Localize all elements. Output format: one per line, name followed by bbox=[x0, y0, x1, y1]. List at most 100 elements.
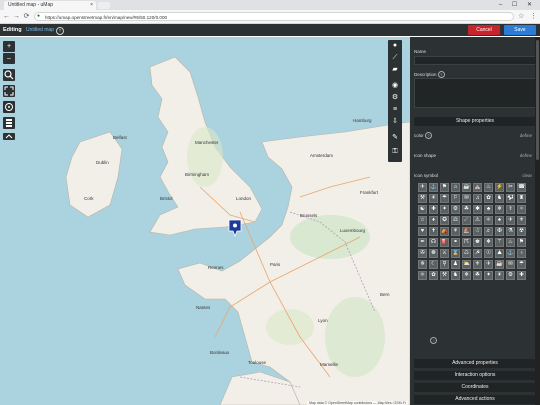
locate-icon[interactable] bbox=[3, 101, 15, 113]
address-bar[interactable]: https://umap.openstreetmap.fr/en/map/new… bbox=[34, 12, 514, 21]
layers-manage-icon[interactable]: ≡ bbox=[388, 104, 402, 115]
icon-symbol-option[interactable]: ✈ bbox=[484, 260, 493, 269]
icon-symbol-option[interactable]: ⚛ bbox=[484, 216, 493, 225]
icon-symbol-option[interactable]: ⚒ bbox=[440, 271, 449, 280]
icon-symbol-option[interactable]: ⚲ bbox=[440, 260, 449, 269]
icon-symbol-option[interactable]: ♜ bbox=[517, 194, 526, 203]
shape-properties-header[interactable]: Shape properties bbox=[414, 117, 536, 126]
icon-symbol-option[interactable]: ✈ bbox=[506, 216, 515, 225]
icon-symbol-option[interactable]: ♨ bbox=[484, 183, 493, 192]
icon-symbol-option[interactable]: ⚡ bbox=[495, 183, 504, 192]
icon-symbol-option[interactable]: ⚛ bbox=[418, 271, 427, 280]
icon-symbol-option[interactable]: ☀ bbox=[495, 271, 504, 280]
icon-symbol-option[interactable]: ☀ bbox=[429, 194, 438, 203]
icon-symbol-option[interactable]: ❖ bbox=[484, 238, 493, 247]
icon-symbol-option[interactable]: ⚕ bbox=[506, 205, 515, 214]
icon-symbol-option[interactable]: ⚘ bbox=[451, 227, 460, 236]
icon-symbol-option[interactable]: ❄ bbox=[462, 271, 471, 280]
map-canvas[interactable]: + – ● ⟋ ▰ ◉ ⚙ ≡ ⇩ ✎ ⚿ Map data © OpenStr… bbox=[0, 37, 410, 405]
help-icon[interactable]: ? bbox=[437, 71, 445, 78]
icon-symbol-option[interactable]: ☈ bbox=[462, 238, 471, 247]
icon-symbol-option[interactable]: ✿ bbox=[429, 271, 438, 280]
icon-symbol-option[interactable]: ✦ bbox=[440, 205, 449, 214]
icon-symbol-option[interactable]: ✱ bbox=[473, 205, 482, 214]
save-button[interactable]: Save bbox=[504, 25, 536, 35]
icon-symbol-option[interactable]: ⚭ bbox=[451, 238, 460, 247]
icon-symbol-option[interactable]: ☉ bbox=[484, 249, 493, 258]
icon-symbol-option[interactable]: ⚙ bbox=[451, 205, 460, 214]
icon-symbol-option[interactable]: ✦ bbox=[484, 271, 493, 280]
panel-scrollbar-thumb[interactable] bbox=[536, 40, 539, 160]
color-row[interactable]: color ? define bbox=[414, 130, 536, 141]
icon-symbol-option[interactable]: ♁ bbox=[517, 249, 526, 258]
icon-symbol-option[interactable]: ⛵ bbox=[462, 227, 471, 236]
icon-symbol-option[interactable]: ♞ bbox=[451, 271, 460, 280]
icon-symbol-option[interactable]: ⚓ bbox=[506, 249, 515, 258]
draw-polygon-icon[interactable]: ▰ bbox=[388, 64, 402, 75]
icon-symbol-option[interactable]: ♚ bbox=[473, 238, 482, 247]
icon-symbol-option[interactable]: ✪ bbox=[440, 216, 449, 225]
icon-symbol-option[interactable]: ♺ bbox=[462, 249, 471, 258]
help-icon[interactable]: ? bbox=[430, 337, 437, 344]
icon-symbol-option[interactable]: ☕ bbox=[495, 260, 504, 269]
icon-symbol-option[interactable]: ☂ bbox=[517, 260, 526, 269]
icon-symbol-option[interactable]: ☃ bbox=[473, 227, 482, 236]
window-controls[interactable]: – ☐ ✕ bbox=[499, 0, 536, 10]
search-icon[interactable] bbox=[3, 69, 15, 81]
icon-symbol-option[interactable]: ✿ bbox=[484, 194, 493, 203]
icon-symbol-option[interactable]: ✇ bbox=[418, 249, 427, 258]
gear-icon[interactable]: ⚙ bbox=[388, 92, 402, 103]
bookmark-star-icon[interactable]: ☆ bbox=[518, 10, 524, 23]
icon-symbol-option[interactable]: ⚖ bbox=[451, 216, 460, 225]
icon-symbol-option[interactable]: ⚜ bbox=[473, 260, 482, 269]
icon-symbol-option[interactable]: ♠ bbox=[495, 216, 504, 225]
icon-symbol-option[interactable]: ⛅ bbox=[462, 260, 471, 269]
icon-symbol-option[interactable]: ⚐ bbox=[451, 194, 460, 203]
icon-symbol-option[interactable]: ⚚ bbox=[495, 238, 504, 247]
icon-symbol-option[interactable]: ⚗ bbox=[506, 227, 515, 236]
icon-symbol-option[interactable]: ✉ bbox=[462, 194, 471, 203]
icon-symbol-option[interactable]: ☆ bbox=[418, 216, 427, 225]
icon-symbol-option[interactable]: ✂ bbox=[506, 183, 515, 192]
tab-close-icon[interactable]: × bbox=[90, 1, 93, 10]
icon-symbol-option[interactable]: ☊ bbox=[429, 238, 438, 247]
permissions-icon[interactable]: ⚿ bbox=[388, 146, 402, 157]
icon-symbol-option[interactable]: ☕ bbox=[462, 183, 471, 192]
advanced-actions-header[interactable]: Advanced actions bbox=[414, 395, 536, 404]
icon-symbol-option[interactable]: ♥ bbox=[418, 227, 427, 236]
icon-symbol-option[interactable]: ✚ bbox=[517, 271, 526, 280]
zoom-out-button[interactable]: – bbox=[3, 53, 15, 64]
icon-symbol-option[interactable]: ♞ bbox=[495, 194, 504, 203]
icon-symbol-option[interactable]: ✚ bbox=[429, 205, 438, 214]
back-icon[interactable]: ← bbox=[2, 10, 11, 23]
icon-symbol-option[interactable]: ⌛ bbox=[451, 249, 460, 258]
icon-symbol-option[interactable]: ☸ bbox=[429, 249, 438, 258]
new-tab-button[interactable] bbox=[98, 2, 110, 9]
icon-symbol-option[interactable]: ❄ bbox=[495, 205, 504, 214]
map-settings-icon[interactable]: ◉ bbox=[388, 80, 402, 91]
icon-symbol-option[interactable]: ⚑ bbox=[440, 183, 449, 192]
icon-symbol-option[interactable]: ☎ bbox=[517, 183, 526, 192]
browser-tab[interactable]: Untitled map - uMap × bbox=[4, 1, 96, 10]
icon-symbol-option[interactable]: ♦ bbox=[429, 216, 438, 225]
coordinates-header[interactable]: Coordinates bbox=[414, 383, 536, 392]
icon-symbol-option[interactable]: ✠ bbox=[495, 227, 504, 236]
icon-symbol-option[interactable]: ⚠ bbox=[473, 216, 482, 225]
icon-symbol-option[interactable]: ☯ bbox=[418, 205, 427, 214]
pencil-icon[interactable]: ✎ bbox=[388, 132, 402, 143]
icon-symbol-option[interactable]: ⛽ bbox=[440, 238, 449, 247]
icon-symbol-option[interactable]: ☘ bbox=[473, 271, 482, 280]
icon-symbol-option[interactable]: ☘ bbox=[462, 205, 471, 214]
reload-icon[interactable]: ⟳ bbox=[22, 10, 31, 23]
icon-symbol-option[interactable]: ⚙ bbox=[506, 271, 515, 280]
more-controls-icon[interactable] bbox=[3, 133, 15, 140]
icon-symbol-option[interactable]: ✵ bbox=[418, 260, 427, 269]
icon-shape-define-link[interactable]: define bbox=[520, 150, 532, 161]
icon-symbol-option[interactable]: ⛺ bbox=[440, 227, 449, 236]
icon-symbol-option[interactable]: ☭ bbox=[473, 249, 482, 258]
icon-symbol-option[interactable]: ⚔ bbox=[440, 249, 449, 258]
import-icon[interactable]: ⇩ bbox=[388, 116, 402, 127]
icon-symbol-option[interactable]: ♟ bbox=[451, 260, 460, 269]
cancel-button[interactable]: Cancel bbox=[468, 25, 500, 35]
icon-symbol-option[interactable]: ⛪ bbox=[473, 183, 482, 192]
